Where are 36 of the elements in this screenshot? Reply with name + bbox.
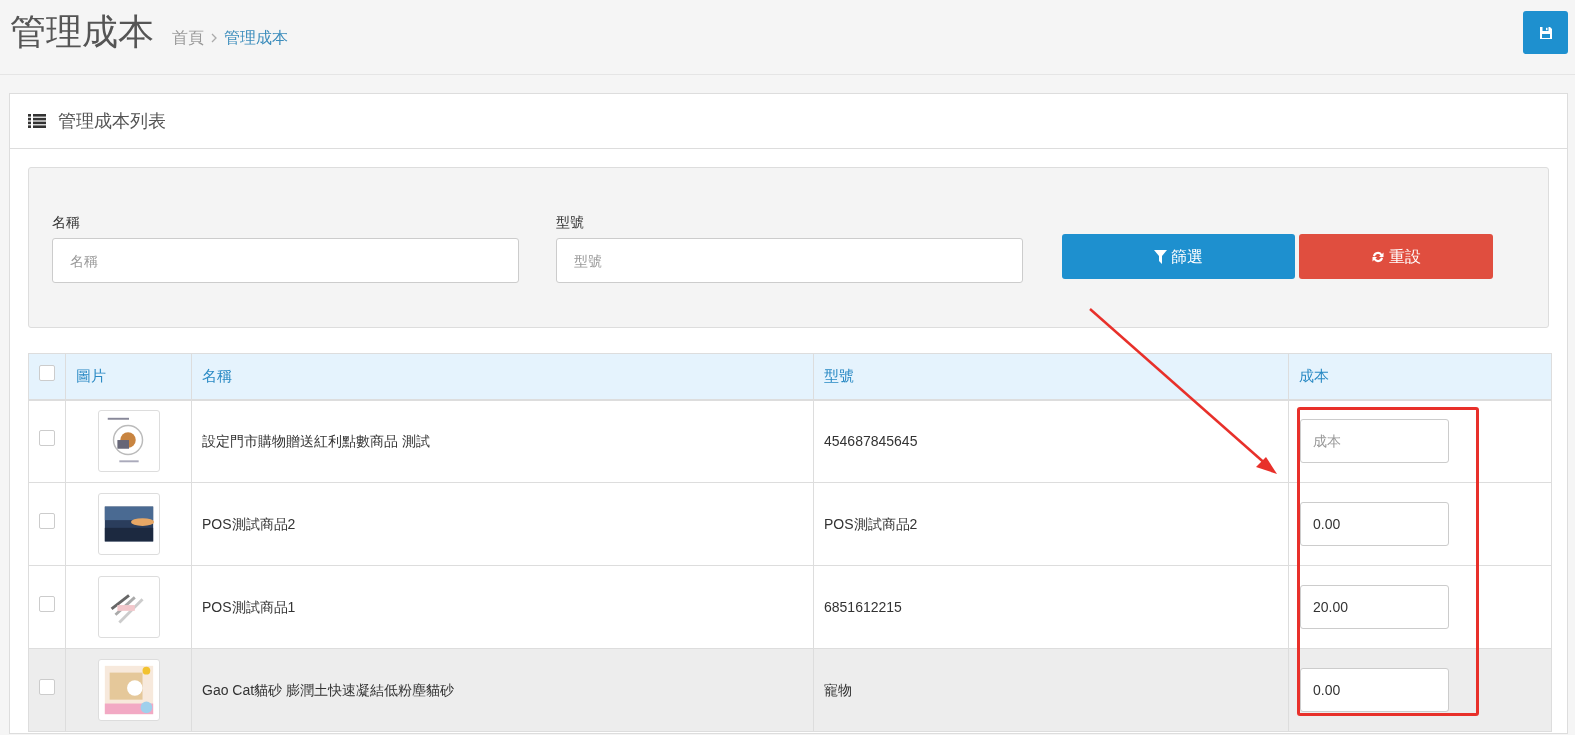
table-cell: Gao Cat貓砂 膨潤土快速凝結低粉塵貓砂 (202, 681, 455, 698)
field-label: 型號 (556, 213, 584, 232)
table-cell: 寵物 (824, 681, 852, 698)
table-cell: POS測試商品2 (824, 515, 918, 532)
table-cell: 454687845645 (824, 432, 918, 449)
breadcrumb-link[interactable]: 首頁 (172, 26, 204, 50)
list-icon (28, 114, 46, 128)
field-label: 名稱 (52, 213, 80, 232)
table-cell: 6851612215 (824, 598, 902, 615)
checkbox[interactable] (39, 513, 55, 529)
table-cell: POS測試商品2 (202, 515, 296, 532)
input-field[interactable]: 名稱 (52, 238, 519, 283)
reset-button[interactable]: 重設 (1299, 234, 1493, 279)
breadcrumb-link[interactable]: 管理成本 (224, 26, 288, 50)
checkbox[interactable] (39, 679, 55, 695)
column-header[interactable]: 圖片 (76, 367, 106, 384)
filter-icon (1154, 249, 1167, 264)
column-header[interactable]: 名稱 (202, 367, 232, 384)
cost-input[interactable]: 0.00 (1300, 502, 1449, 546)
cost-input[interactable]: 20.00 (1300, 585, 1449, 629)
cost-input[interactable]: 0.00 (1300, 668, 1449, 712)
checkbox[interactable] (39, 365, 55, 382)
panel-title: 管理成本列表 (58, 109, 166, 133)
column-header[interactable]: 型號 (824, 367, 854, 384)
save-button[interactable] (1523, 11, 1568, 54)
chevron-icon (211, 33, 217, 43)
cost-input[interactable]: 成本 (1300, 419, 1449, 464)
checkbox[interactable] (39, 596, 55, 612)
column-header[interactable]: 成本 (1299, 367, 1329, 384)
input-field[interactable]: 型號 (556, 238, 1023, 283)
refresh-icon (1371, 249, 1385, 264)
table-cell: 設定門市購物贈送紅利點數商品 測試 (202, 432, 430, 449)
table-cell: POS測試商品1 (202, 598, 296, 615)
filter-button[interactable]: 篩選 (1062, 234, 1295, 279)
checkbox[interactable] (39, 430, 55, 447)
page-title: 管理成本 (10, 10, 154, 54)
